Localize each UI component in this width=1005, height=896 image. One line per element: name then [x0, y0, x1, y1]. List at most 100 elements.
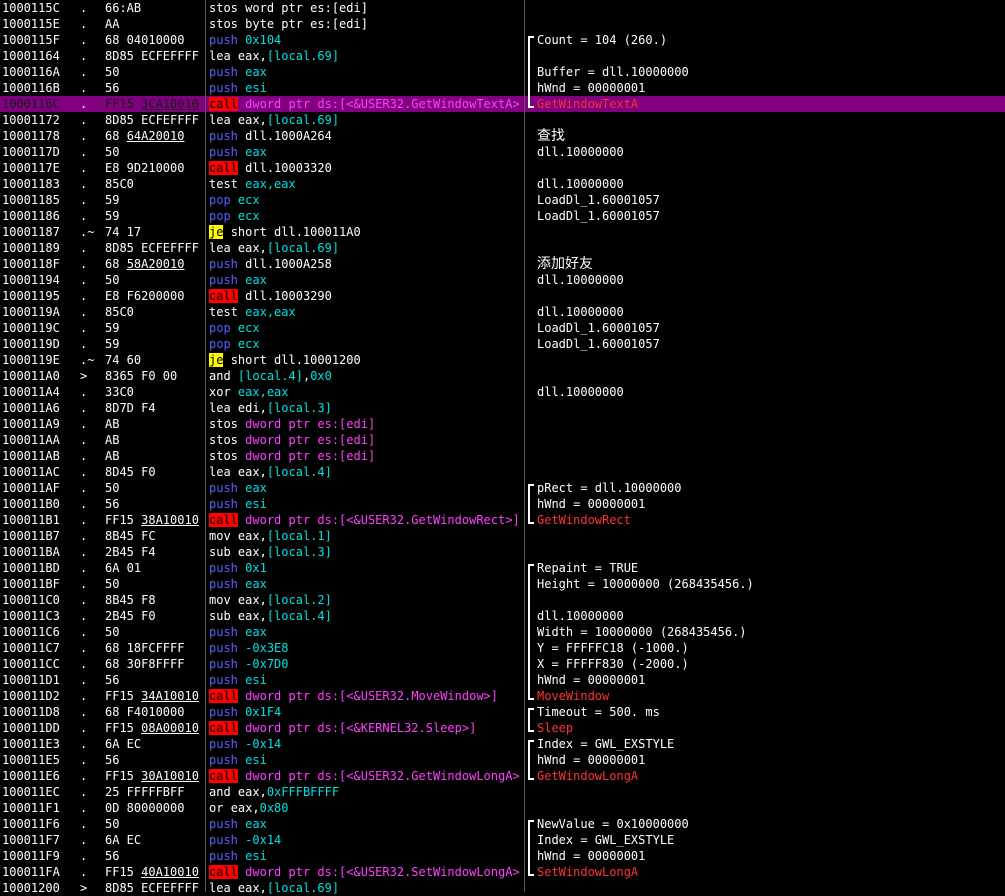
- disasm-row[interactable]: 10001187 .~ 74 17 je short dll.100011A0: [0, 224, 1005, 240]
- hex-bytes-cell: E8 F6200000: [105, 289, 185, 303]
- disasm-row[interactable]: 1000119C. 59 pop ecx LoadDl_1.60001057: [0, 320, 1005, 336]
- disasm-row[interactable]: 100011F7. 6A EC push -0x14 Index = GWL_EXST…: [0, 832, 1005, 848]
- disasm-row[interactable]: 10001172. 8D85 ECFEFFFF lea eax,[local.69]: [0, 112, 1005, 128]
- flow-marker: .: [80, 545, 88, 559]
- disasm-row[interactable]: 100011A6. 8D7D F4 lea edi,[local.3]: [0, 400, 1005, 416]
- comment-cell: [537, 416, 1003, 432]
- disasm-row[interactable]: 100011FA. FF15 40A10010 call dword ptr ds:…: [0, 864, 1005, 880]
- hex-bytes-cell: FF15 34A10010: [105, 689, 199, 703]
- disasm-row[interactable]: 100011C7. 68 18FCFFFF push -0x3E8 Y = FFFFF…: [0, 640, 1005, 656]
- disasm-row[interactable]: 10001194. 50 push eax dll.10000000: [0, 272, 1005, 288]
- disasm-row[interactable]: 100011E6. FF15 30A10010 call dword ptr ds:…: [0, 768, 1005, 784]
- disasm-row[interactable]: 1000119A. 85C0 test eax,eax dll.10000000: [0, 304, 1005, 320]
- disasm-row[interactable]: 1000116B. 56 push esi hWnd = 00000001: [0, 80, 1005, 96]
- mnemonic: call: [209, 97, 238, 111]
- disasm-row[interactable]: 100011AF. 50 push eax pRect = dll.10000000: [0, 480, 1005, 496]
- disasm-row[interactable]: 100011B0. 56 push esi hWnd = 00000001: [0, 496, 1005, 512]
- operand: -0x14: [245, 737, 282, 751]
- mnemonic: push: [209, 657, 238, 671]
- disassembly-cell: test eax,eax: [209, 176, 522, 192]
- hex-bytes-cell: 8365 F0 00: [105, 369, 178, 383]
- disasm-row[interactable]: 100011AB. AB stos dword ptr es:[edi]: [0, 448, 1005, 464]
- disasm-row[interactable]: 1000115C. 66:AB stos word ptr es:[edi]: [0, 0, 1005, 16]
- comment-cell: [537, 464, 1003, 480]
- disasm-row[interactable]: 10001200 >8D85 ECFEFFFF lea eax,[local.69]: [0, 880, 1005, 896]
- mnemonic: pop: [209, 209, 231, 223]
- disasm-row[interactable]: 10001186. 59 pop ecx LoadDl_1.60001057: [0, 208, 1005, 224]
- disasm-row[interactable]: 100011D2. FF15 34A10010 call dword ptr ds:…: [0, 688, 1005, 704]
- disassembly-cell: push eax: [209, 624, 522, 640]
- disasm-row[interactable]: 100011A0 >8365 F0 00 and [local.4],0x0: [0, 368, 1005, 384]
- disasm-row[interactable]: 10001189. 8D85 ECFEFFFF lea eax,[local.69]: [0, 240, 1005, 256]
- hex-bytes-cell: 8D85 ECFEFFFF: [105, 49, 199, 63]
- disassembly-cell: push eax: [209, 576, 522, 592]
- disassembly-pane[interactable]: 1000115C. 66:AB stos word ptr es:[edi] 1000…: [0, 0, 1005, 895]
- comment-cell: [537, 784, 1003, 800]
- disasm-row[interactable]: 100011BF. 50 push eax Height = 10000000 (26…: [0, 576, 1005, 592]
- flow-marker: .: [80, 433, 88, 447]
- disasm-row[interactable]: 100011E3. 6A EC push -0x14 Index = GWL_EXST…: [0, 736, 1005, 752]
- comment-cell: [537, 0, 1003, 16]
- disasm-row[interactable]: 1000116A. 50 push eax Buffer = dll.10000000: [0, 64, 1005, 80]
- operand: 0x80: [259, 801, 289, 815]
- disasm-row[interactable]: 1000115E. AA stos byte ptr es:[edi]: [0, 16, 1005, 32]
- disasm-row[interactable]: 100011F6. 50 push eax NewValue = 0x10000000: [0, 816, 1005, 832]
- hex-bytes-cell: 85C0: [105, 177, 134, 191]
- disassembly-cell: call dword ptr ds:[<&USER32.SetWindowLon…: [209, 864, 522, 880]
- disasm-row[interactable]: 1000117D. 50 push eax dll.10000000: [0, 144, 1005, 160]
- disasm-row[interactable]: 1000119E .~ 74 60 je short dll.10001200: [0, 352, 1005, 368]
- disasm-row[interactable]: 100011D8. 68 F4010000 push 0x1F4 Timeout = …: [0, 704, 1005, 720]
- disasm-row[interactable]: 10001183. 85C0 test eax,eax dll.10000000: [0, 176, 1005, 192]
- disasm-row[interactable]: 1000116C. FF15 3CA10010 call dword ptr ds:…: [0, 96, 1005, 112]
- call-argument-bracket: [528, 36, 534, 108]
- disasm-row[interactable]: 1000117E. E8 9D210000 call dll.10003320: [0, 160, 1005, 176]
- disasm-row[interactable]: 10001185. 59 pop ecx LoadDl_1.60001057: [0, 192, 1005, 208]
- disasm-row[interactable]: 100011AA. AB stos dword ptr es:[edi]: [0, 432, 1005, 448]
- operand: eax,: [237, 609, 267, 623]
- disasm-row[interactable]: 1000119D. 59 pop ecx LoadDl_1.60001057: [0, 336, 1005, 352]
- disasm-row[interactable]: 1000115F. 68 04010000 push 0x104 Count = 10…: [0, 32, 1005, 48]
- disasm-row[interactable]: 1000118F. 68 58A20010 push dll.1000A258 添加好…: [0, 256, 1005, 272]
- disasm-row[interactable]: 100011AC. 8D45 F0 lea eax,[local.4]: [0, 464, 1005, 480]
- flow-marker: .~: [80, 353, 95, 367]
- disasm-row[interactable]: 100011C6. 50 push eax Width = 10000000 (268…: [0, 624, 1005, 640]
- disasm-row[interactable]: 10001195. E8 F6200000 call dll.10003290: [0, 288, 1005, 304]
- comment-cell: [537, 400, 1003, 416]
- disasm-row[interactable]: 100011DD. FF15 08A00010 call dword ptr ds:…: [0, 720, 1005, 736]
- flow-marker: .: [80, 257, 88, 271]
- operand: short dll.100011A0: [230, 225, 361, 239]
- flow-marker: .: [80, 401, 88, 415]
- disasm-row[interactable]: 10001178. 68 64A20010 push dll.1000A264 查找: [0, 128, 1005, 144]
- disasm-row[interactable]: 100011A9. AB stos dword ptr es:[edi]: [0, 416, 1005, 432]
- flow-marker: .: [80, 417, 88, 431]
- disasm-row[interactable]: 100011F1. 0D 80000000 or eax,0x80: [0, 800, 1005, 816]
- mnemonic: stos: [209, 449, 238, 463]
- disasm-row[interactable]: 10001164. 8D85 ECFEFFFF lea eax,[local.69]: [0, 48, 1005, 64]
- disasm-row[interactable]: 100011B7. 8B45 FC mov eax,[local.1]: [0, 528, 1005, 544]
- disasm-row[interactable]: 100011A4. 33C0 xor eax,eax dll.10000000: [0, 384, 1005, 400]
- mnemonic: pop: [209, 193, 231, 207]
- mnemonic: mov: [209, 593, 231, 607]
- disasm-row[interactable]: 100011E5. 56 push esi hWnd = 00000001: [0, 752, 1005, 768]
- disasm-row[interactable]: 100011CC. 68 30F8FFFF push -0x7D0 X = FFFFF…: [0, 656, 1005, 672]
- disasm-row[interactable]: 100011F9. 56 push esi hWnd = 00000001: [0, 848, 1005, 864]
- operand: word ptr es:[edi]: [245, 1, 368, 15]
- disasm-row[interactable]: 100011D1. 56 push esi hWnd = 00000001: [0, 672, 1005, 688]
- address-cell: 100011F7: [2, 833, 60, 847]
- disasm-row[interactable]: 100011EC. 25 FFFFFBFF and eax,0xFFFBFFFF: [0, 784, 1005, 800]
- mnemonic: call: [209, 721, 238, 735]
- mnemonic: push: [209, 273, 238, 287]
- operand: dword ptr ds:[<&USER32.MoveWindow>]: [245, 689, 499, 703]
- operand: eax,: [237, 545, 267, 559]
- address-cell: 100011E6: [2, 769, 60, 783]
- operand: ecx: [237, 209, 260, 223]
- disasm-row[interactable]: 100011C3. 2B45 F0 sub eax,[local.4] dll.100…: [0, 608, 1005, 624]
- flow-marker: .: [80, 769, 88, 783]
- disasm-row[interactable]: 100011C0. 8B45 F8 mov eax,[local.2]: [0, 592, 1005, 608]
- disasm-row[interactable]: 100011B1. FF15 38A10010 call dword ptr ds:…: [0, 512, 1005, 528]
- flow-marker: .: [80, 481, 88, 495]
- address-cell: 100011BD: [2, 561, 60, 575]
- disasm-row[interactable]: 100011BA. 2B45 F4 sub eax,[local.3]: [0, 544, 1005, 560]
- disasm-row[interactable]: 100011BD. 6A 01 push 0x1 Repaint = TRUE: [0, 560, 1005, 576]
- hex-bytes-cell: AB: [105, 433, 120, 447]
